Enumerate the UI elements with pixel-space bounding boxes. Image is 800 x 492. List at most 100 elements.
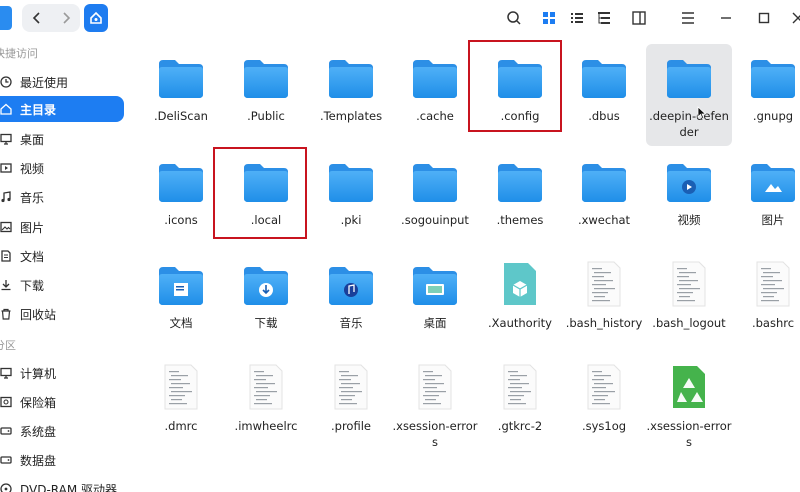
highlight-box-local [213,147,307,239]
file-item[interactable]: .gnupg [730,44,800,146]
minimize-button[interactable] [714,6,738,30]
download-folder-icon [242,261,290,307]
tree-view-button[interactable] [592,6,616,30]
folder-icon [580,158,628,204]
file-item[interactable]: .bashrc [730,251,800,353]
folder-icon [411,54,459,100]
search-icon [507,11,521,25]
sidebar-item-dvd-drive[interactable]: DVD-RAM 驱动器 [0,476,124,492]
file-item[interactable]: .deepin-defender [646,44,732,146]
file-item[interactable]: .xsession-errors [392,354,478,456]
disk-icon [0,456,12,464]
file-item[interactable]: .imwheelrc [223,354,309,456]
close-button[interactable] [786,6,800,30]
maximize-button[interactable] [752,6,776,30]
list-view-button[interactable] [565,6,589,30]
file-item[interactable]: .bash_history [561,251,647,353]
file-item[interactable]: .Public [223,44,309,146]
sidebar-item-vault[interactable]: 保险箱 [0,389,124,415]
disk-icon [0,427,12,435]
sidebar-item-label: 系统盘 [20,424,57,439]
sidebar-item-documents[interactable]: 文档 [0,243,124,269]
sidebar-item-computer[interactable]: 计算机 [0,360,124,386]
chevron-right-icon [62,12,70,24]
toolbar [0,0,800,36]
home-icon [90,11,102,24]
text-file-icon [749,261,797,307]
file-name: .themes [496,213,544,227]
file-item[interactable]: .dbus [561,44,647,146]
chevron-left-icon [32,12,40,24]
folder-icon [749,54,797,100]
file-item[interactable]: 文档 [138,251,224,353]
details-panel-button[interactable] [627,6,651,30]
dvd-icon [0,483,12,492]
text-file-icon [327,364,375,410]
home-breadcrumb-button[interactable] [84,4,108,32]
text-file-icon [580,261,628,307]
file-item[interactable]: .sogouinput [392,148,478,250]
text-file-icon [580,364,628,410]
file-item[interactable]: .profile [308,354,394,456]
sidebar-item-music[interactable]: 音乐 [0,184,124,210]
file-name: .pki [340,213,362,227]
search-button[interactable] [502,6,526,30]
file-name: .bash_history [565,316,643,330]
file-item[interactable]: 桌面 [392,251,478,353]
file-item[interactable]: .dmrc [138,354,224,456]
sidebar-item-home[interactable]: 主目录 [0,96,124,122]
back-button[interactable] [22,4,51,32]
file-item[interactable]: .icons [138,148,224,250]
file-item[interactable]: .sys1og [561,354,647,456]
file-name: 音乐 [339,316,363,330]
sidebar-item-pictures[interactable]: 图片 [0,214,124,240]
picture-icon [0,221,12,233]
file-item[interactable]: .pki [308,148,394,250]
folder-icon [411,158,459,204]
sidebar-item-system-disk[interactable]: 系统盘 [0,418,124,444]
main-menu-button[interactable] [676,6,700,30]
sidebar-item-recent[interactable]: 最近使用 [0,69,124,95]
file-name: .Xauthority [488,316,552,330]
recycle-file-icon [665,364,713,410]
list-view-icon [571,13,583,23]
video-icon [0,163,12,173]
file-item[interactable]: 图片 [730,148,800,250]
file-item[interactable]: .xsession-errors [646,354,732,456]
file-name: .dbus [588,109,620,123]
file-item[interactable]: 下载 [223,251,309,353]
file-item[interactable]: .Xauthority [477,251,563,353]
forward-button[interactable] [51,4,80,32]
file-name: .xsession-errors [646,419,732,449]
file-item[interactable]: .DeliScan [138,44,224,146]
sidebar-item-label: 视频 [20,161,45,176]
sidebar-item-label: DVD-RAM 驱动器 [20,482,118,492]
close-icon [792,12,800,24]
file-item[interactable]: .Templates [308,44,394,146]
file-item[interactable]: .bash_logout [646,251,732,353]
mouse-cursor-icon [697,106,707,120]
file-item[interactable]: .xwechat [561,148,647,250]
sidebar-item-data-disk[interactable]: 数据盘 [0,447,124,473]
icon-view-button[interactable] [537,6,561,30]
file-name: .DeliScan [154,109,208,123]
file-item[interactable]: 音乐 [308,251,394,353]
sidebar-item-downloads[interactable]: 下载 [0,272,124,298]
file-item[interactable]: .themes [477,148,563,250]
file-name: 下载 [254,316,278,330]
trash-icon [1,308,11,320]
file-item[interactable]: 视频 [646,148,732,250]
safe-icon [0,396,12,408]
document-folder-icon [157,261,205,307]
text-file-icon [665,261,713,307]
sidebar-item-desktop[interactable]: 桌面 [0,126,124,152]
file-item[interactable]: .cache [392,44,478,146]
file-item[interactable]: .gtkrc-2 [477,354,563,456]
music-icon [1,191,11,203]
folder-icon [157,158,205,204]
sidebar-item-label: 数据盘 [20,453,57,468]
sidebar-item-trash[interactable]: 回收站 [0,301,124,327]
file-name: .gtkrc-2 [497,419,543,433]
sidebar-item-videos[interactable]: 视频 [0,155,124,181]
file-name: .Public [247,109,285,123]
